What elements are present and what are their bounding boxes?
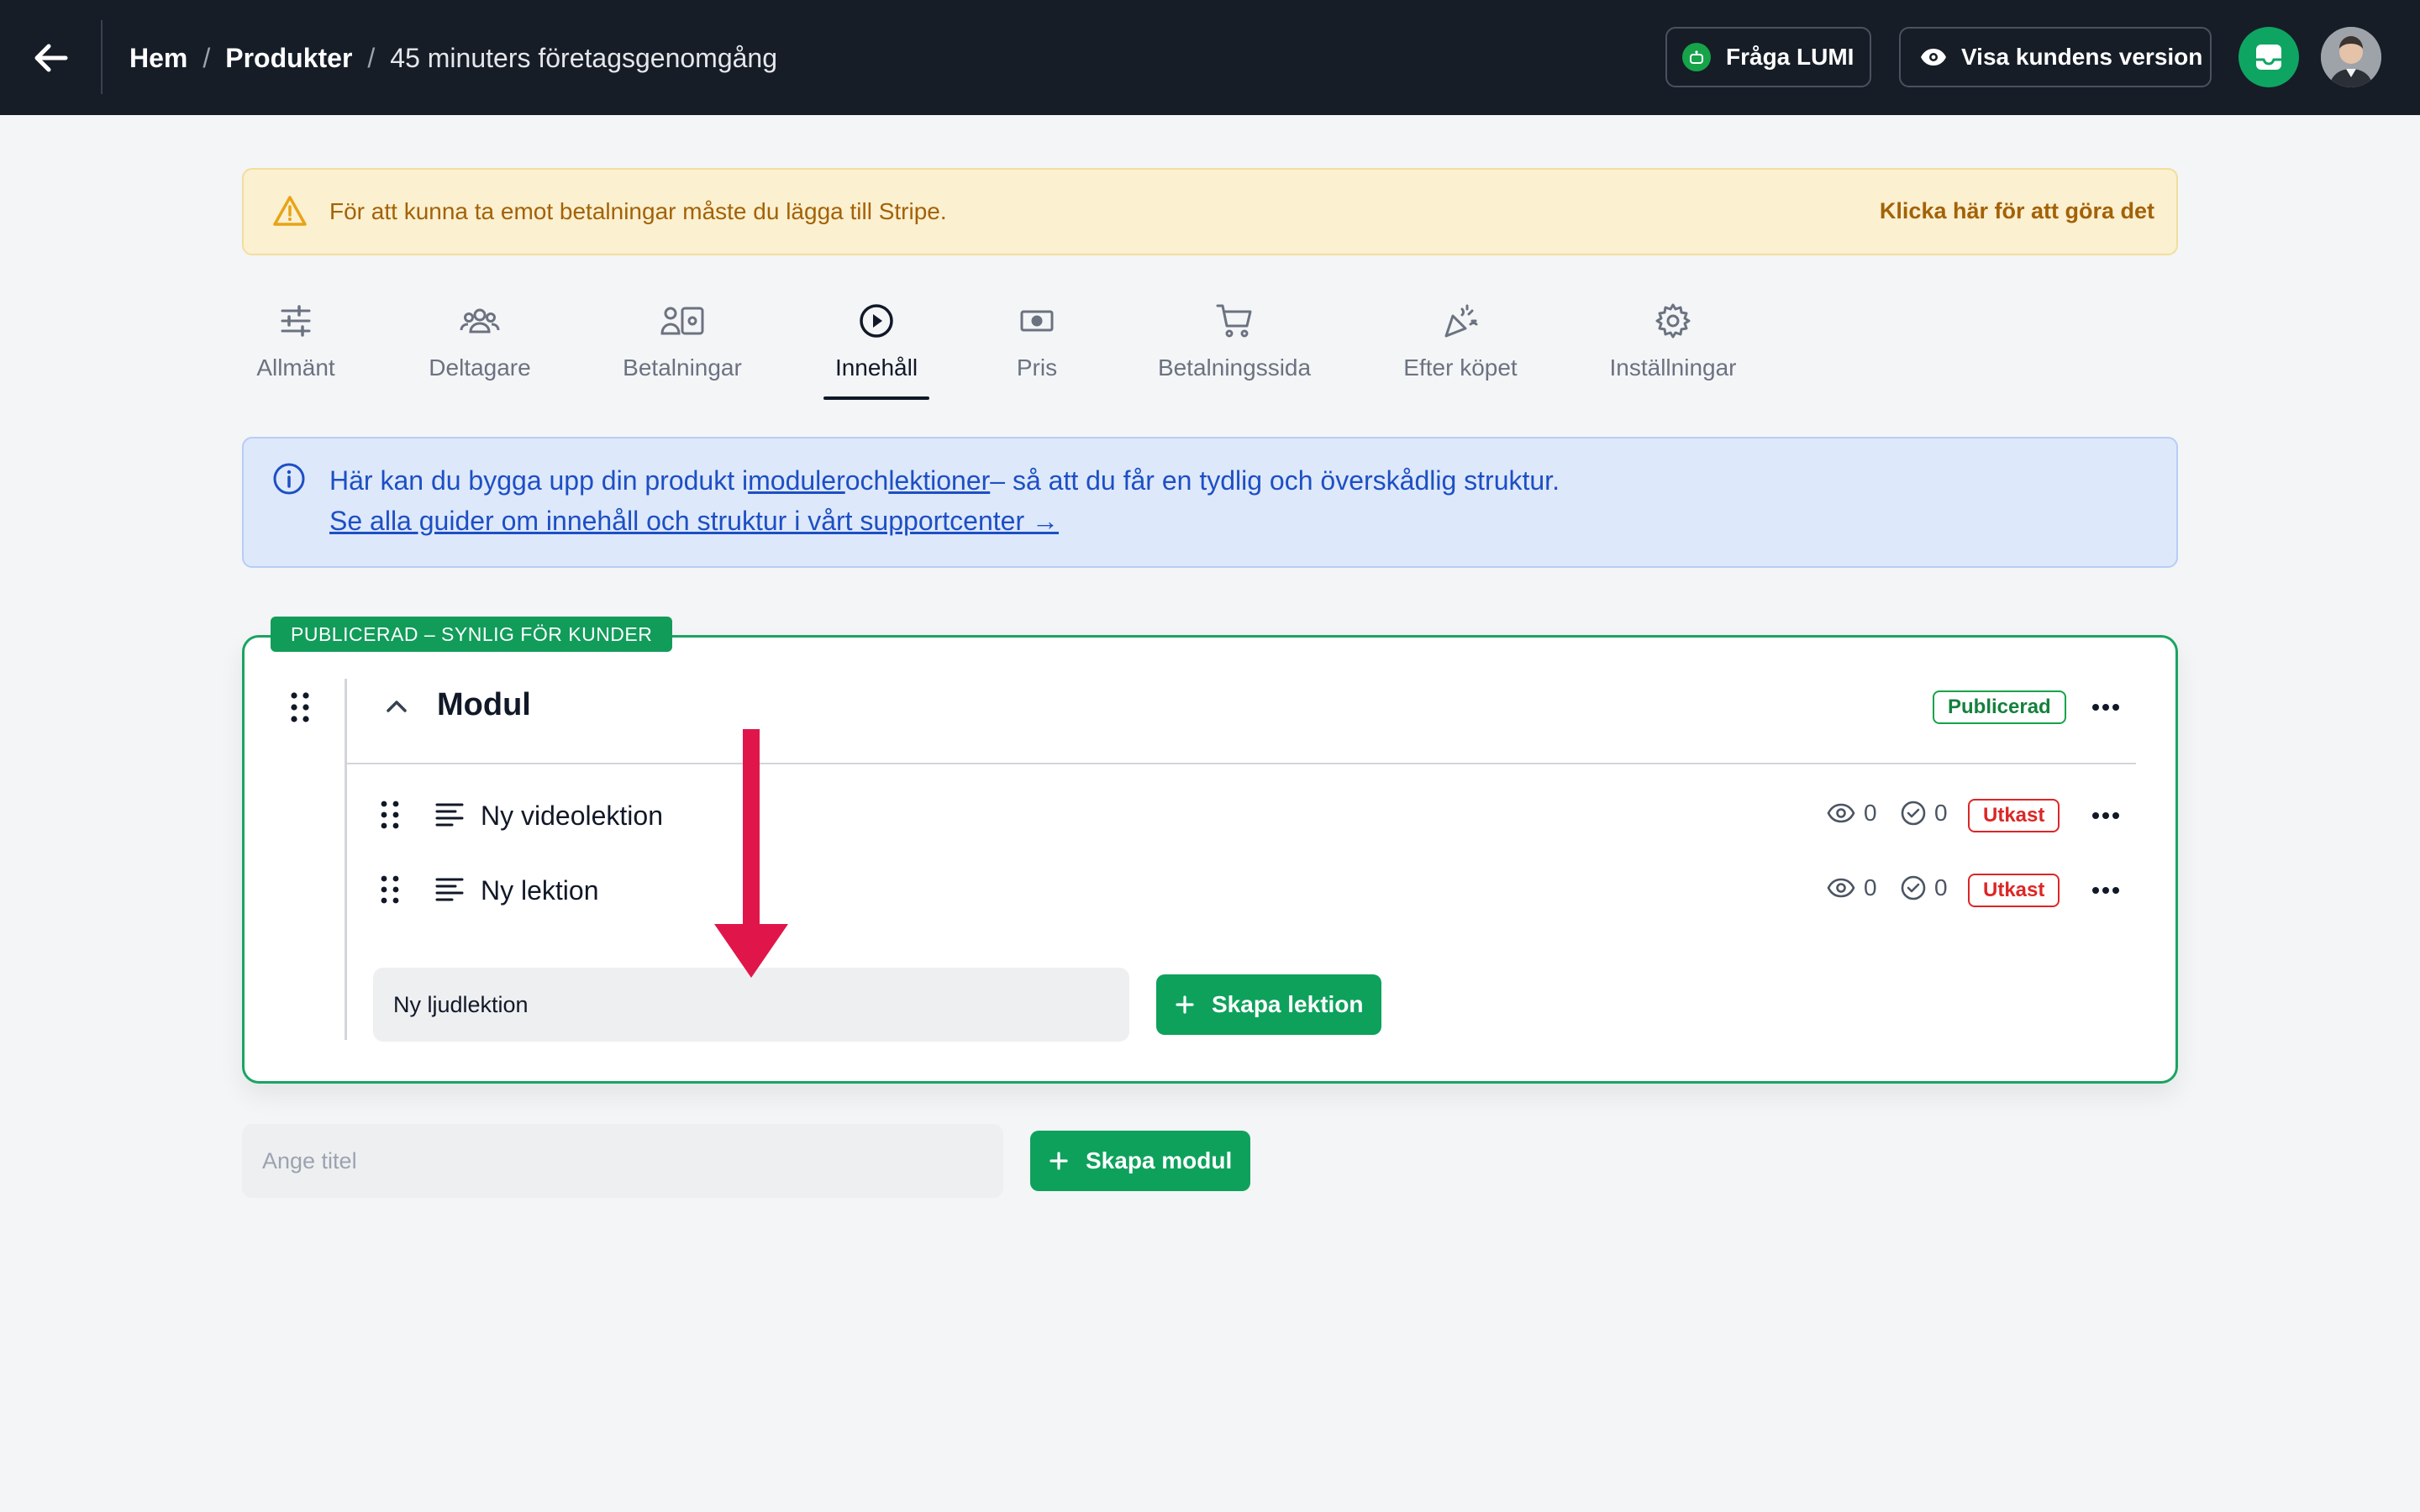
- inbox-icon[interactable]: [2238, 27, 2299, 87]
- tab-pris[interactable]: Pris: [1008, 299, 1065, 400]
- tab-installningar[interactable]: Inställningar: [1603, 299, 1743, 400]
- check-circle-icon: [1901, 875, 1926, 900]
- info-prefix: Här kan du bygga upp din produkt i: [329, 465, 749, 496]
- info-icon: [272, 462, 306, 500]
- drag-handle-icon[interactable]: [289, 690, 313, 728]
- cart-icon: [1153, 299, 1316, 343]
- top-bar: Hem / Produkter / 45 minuters företagsge…: [0, 0, 2420, 115]
- modules-link[interactable]: moduler: [748, 465, 845, 496]
- info-middle: och: [844, 465, 889, 496]
- completions-count: 0: [1934, 800, 1948, 826]
- breadcrumb-home[interactable]: Hem: [129, 43, 187, 74]
- text-lines-icon: [435, 878, 464, 906]
- warning-triangle-icon: [272, 195, 308, 231]
- lesson-drag-handle-icon[interactable]: [380, 800, 400, 834]
- breadcrumb-products[interactable]: Produkter: [225, 43, 352, 74]
- lesson-drag-handle-icon[interactable]: [380, 874, 400, 909]
- lessons-link[interactable]: lektioner: [888, 465, 990, 496]
- tab-label: Innehåll: [834, 354, 918, 381]
- annotation-arrow-icon: [714, 729, 788, 985]
- views-count: 0: [1864, 874, 1877, 900]
- lesson-completions: 0: [1901, 800, 1948, 827]
- lesson-draft-badge: Utkast: [1968, 799, 2060, 832]
- text-lines-icon: [435, 803, 464, 831]
- breadcrumb: Hem / Produkter / 45 minuters företagsge…: [129, 37, 777, 79]
- lesson-more-icon[interactable]: [2087, 803, 2124, 828]
- lesson-draft-badge: Utkast: [1968, 874, 2060, 907]
- create-lesson-button[interactable]: Skapa lektion: [1156, 974, 1381, 1035]
- play-circle-icon: [823, 299, 929, 343]
- create-module-label: Skapa modul: [1086, 1147, 1233, 1173]
- breadcrumb-separator: /: [367, 42, 376, 73]
- tab-allmant[interactable]: Allmänt: [249, 299, 343, 400]
- party-popper-icon: [1398, 299, 1523, 343]
- lesson-title[interactable]: Ny videolektion: [481, 801, 663, 832]
- ask-lumi-label: Fråga LUMI: [1726, 44, 1854, 70]
- customer-view-label: Visa kundens version: [1961, 44, 2203, 70]
- content-info-banner: Här kan du bygga upp din produkt imodule…: [242, 437, 2178, 568]
- new-module-title-input[interactable]: [242, 1124, 1003, 1198]
- tab-label: Deltagare: [429, 354, 531, 381]
- active-tab-indicator: [823, 396, 929, 400]
- lumi-bot-icon: [1682, 43, 1711, 71]
- support-guides-link[interactable]: Se alla guider om innehåll och struktur …: [329, 506, 1059, 537]
- module-divider: [346, 763, 2136, 764]
- tab-deltagare[interactable]: Deltagare: [424, 299, 536, 400]
- info-text: Här kan du bygga upp din produkt imodule…: [329, 465, 1560, 496]
- breadcrumb-current: 45 minuters företagsgenomgång: [390, 42, 778, 73]
- topbar-divider: [101, 20, 103, 94]
- stripe-warning-banner: För att kunna ta emot betalningar måste …: [242, 168, 2178, 255]
- completions-count: 0: [1934, 874, 1948, 900]
- module-more-icon[interactable]: [2087, 695, 2124, 720]
- create-lesson-label: Skapa lektion: [1212, 991, 1364, 1017]
- banknote-icon: [1008, 299, 1065, 343]
- tab-label: Pris: [1016, 354, 1058, 381]
- tab-betalningssida[interactable]: Betalningssida: [1153, 299, 1316, 400]
- tab-betalningar[interactable]: Betalningar: [618, 299, 746, 400]
- eye-icon: [1827, 803, 1855, 823]
- customer-view-button[interactable]: Visa kundens version: [1899, 27, 2212, 87]
- plus-icon: [1049, 1151, 1069, 1171]
- breadcrumb-separator: /: [203, 42, 211, 73]
- warning-text: För att kunna ta emot betalningar måste …: [329, 198, 947, 224]
- ask-lumi-button[interactable]: Fråga LUMI: [1665, 27, 1871, 87]
- users-icon: [424, 299, 536, 343]
- tab-label: Efter köpet: [1403, 354, 1518, 381]
- tab-innehall[interactable]: Innehåll: [823, 299, 929, 400]
- create-module-button[interactable]: Skapa modul: [1030, 1131, 1250, 1191]
- chevron-up-icon[interactable]: [383, 694, 410, 723]
- info-suffix: – så att du får en tydlig och överskådli…: [990, 465, 1560, 496]
- tab-efter-kopet[interactable]: Efter köpet: [1398, 299, 1523, 400]
- lesson-title[interactable]: Ny lektion: [481, 875, 599, 906]
- sliders-icon: [249, 299, 343, 343]
- module-tree-line: [345, 679, 347, 1040]
- lesson-more-icon[interactable]: [2087, 878, 2124, 903]
- add-stripe-link[interactable]: Klicka här för att göra det: [1880, 198, 2154, 224]
- published-status-badge: PUBLICERAD – SYNLIG FÖR KUNDER: [271, 617, 673, 652]
- avatar[interactable]: [2321, 27, 2381, 87]
- module-title[interactable]: Modul: [437, 687, 531, 723]
- views-count: 0: [1864, 800, 1877, 826]
- plus-icon: [1175, 995, 1195, 1015]
- payments-icon: [618, 299, 746, 343]
- module-published-badge: Publicerad: [1933, 690, 2066, 724]
- eye-icon: [1827, 878, 1855, 898]
- gear-icon: [1603, 299, 1743, 343]
- check-circle-icon: [1901, 801, 1926, 826]
- tab-label: Inställningar: [1609, 354, 1737, 381]
- tab-label: Allmänt: [256, 354, 335, 381]
- tab-label: Betalningar: [623, 354, 742, 381]
- tab-label: Betalningssida: [1157, 354, 1312, 381]
- back-arrow-icon[interactable]: [30, 37, 72, 79]
- eye-icon: [1919, 47, 1948, 67]
- lesson-views: 0: [1827, 800, 1877, 827]
- lesson-completions: 0: [1901, 874, 1948, 901]
- lesson-views: 0: [1827, 874, 1877, 901]
